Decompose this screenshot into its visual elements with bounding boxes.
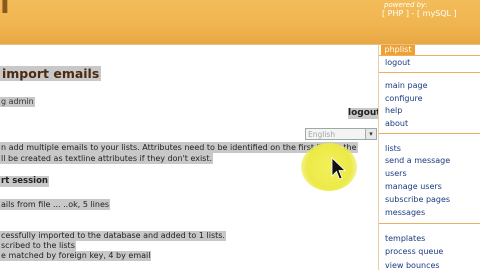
php-link[interactable]: [ PHP ] [382, 9, 409, 18]
sidebar-item-help[interactable]: help [385, 106, 402, 116]
sidebar-item-manage-users[interactable]: manage users [385, 182, 442, 192]
sidebar-divider [379, 223, 480, 224]
sidebar-item-users[interactable]: users [385, 169, 407, 179]
sidebar-item-about[interactable]: about [385, 119, 408, 129]
powered-by-label: powered by: [384, 1, 428, 9]
sidebar-item-configure[interactable]: configure [385, 94, 423, 104]
mouse-pointer-icon [331, 157, 346, 180]
header-banner: T powered by: [ PHP ] - [ mySQL ] [0, 0, 480, 44]
cursor-highlight [301, 143, 357, 191]
sidebar-item-process-queue[interactable]: process queue [385, 247, 443, 257]
sidebar-item-messages[interactable]: messages [385, 208, 425, 218]
sidebar-menu: phplist logout main page configure help … [378, 45, 480, 270]
powered-by-links: [ PHP ] - [ mySQL ] [382, 9, 457, 18]
app-logo: T [0, 0, 15, 20]
page-title: import emails [0, 66, 102, 81]
result-line-3: e matched by foreign key, 4 by email [0, 251, 152, 261]
mysql-link[interactable]: [ mySQL ] [417, 9, 457, 18]
session-heading: rt session [0, 176, 49, 187]
sidebar-item-subscribe-pages[interactable]: subscribe pages [385, 195, 450, 205]
sidebar-item-send-message[interactable]: send a message [385, 156, 450, 166]
sidebar-item-lists[interactable]: lists [385, 144, 401, 154]
language-select-value: English [308, 130, 336, 139]
logout-link[interactable]: logout [348, 108, 381, 119]
sidebar-item-templates[interactable]: templates [385, 234, 425, 244]
sidebar-item-main-page[interactable]: main page [385, 81, 428, 91]
result-line-1: cessfully imported to the database and a… [0, 231, 226, 241]
info-line-2: ll be created as textline attributes if … [0, 153, 214, 164]
info-line-1: n add multiple emails to your lists. Att… [0, 142, 358, 153]
import-results: cessfully imported to the database and a… [0, 231, 226, 261]
sidebar-divider [379, 133, 480, 134]
reading-status: ails from file ... ..ok, 5 lines [0, 199, 111, 210]
sidebar-tab[interactable]: phplist [381, 45, 415, 55]
language-select[interactable]: English ▾ [305, 128, 377, 140]
sidebar-divider [379, 72, 480, 73]
chevron-down-icon[interactable]: ▾ [365, 129, 376, 139]
separator: - [411, 9, 415, 18]
sidebar-divider [379, 55, 480, 56]
result-line-2: scribed to the lists [0, 241, 76, 251]
logged-in-text: g admin [0, 97, 35, 107]
sidebar-item-logout[interactable]: logout [385, 58, 410, 68]
